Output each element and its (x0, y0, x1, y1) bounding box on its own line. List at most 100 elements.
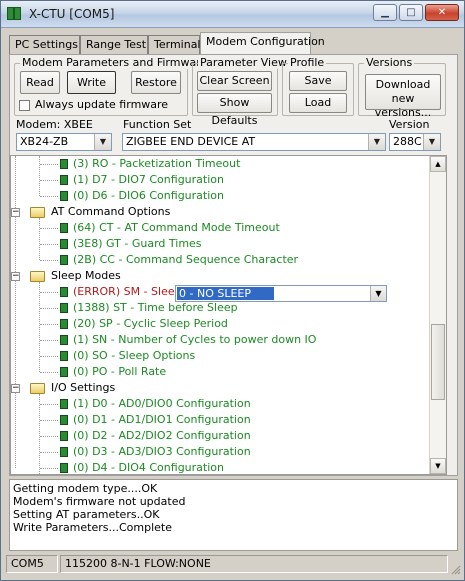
download-versions-button[interactable]: Download new versions... (365, 74, 441, 119)
tree-row-d6[interactable]: (0) D6 - DIO6 Configuration (11, 188, 436, 204)
modem-select[interactable]: XB24-ZB ▼ (16, 133, 112, 151)
tree-connector (40, 228, 58, 229)
parameter-icon (60, 223, 68, 233)
tree-connector (40, 436, 58, 437)
tree-row-st[interactable]: (1388) ST - Time before Sleep (11, 300, 436, 316)
tree-row-po[interactable]: (0) PO - Poll Rate (11, 364, 436, 380)
tree-connector (40, 180, 58, 181)
title-bar[interactable]: X-CTU [COM5] ▁ □ ✕ (1, 1, 464, 28)
tree-connector (40, 372, 58, 373)
log-line: Setting AT parameters..OK (13, 508, 160, 521)
tree-row-gt[interactable]: (3E8) GT - Guard Times (11, 236, 436, 252)
tree-row-ro[interactable]: (3) RO - Packetization Timeout (11, 156, 436, 172)
parameter-icon (60, 351, 68, 361)
versions-group: Versions Download new versions... (358, 56, 446, 119)
show-defaults-button[interactable]: Show Defaults (197, 93, 272, 127)
tree-row-label: (0) D2 - AD2/DIO2 Configuration (73, 429, 251, 442)
scroll-up-icon[interactable]: ▲ (430, 156, 446, 172)
scroll-down-icon[interactable]: ▼ (430, 458, 446, 474)
close-button[interactable]: ✕ (425, 4, 459, 21)
tab-terminal[interactable]: Terminal (148, 35, 201, 54)
scroll-thumb[interactable] (431, 324, 445, 400)
tree-row-d4[interactable]: (0) D4 - DIO4 Configuration (11, 460, 436, 474)
parameter-icon (60, 463, 68, 473)
tree-group-io-settings[interactable]: − I/O Settings (11, 380, 436, 396)
tree-group-sleep-modes[interactable]: − Sleep Modes (11, 268, 436, 284)
tree-scrollbar[interactable]: ▲ ▼ (429, 156, 446, 474)
modem-label: Modem: XBEE (16, 118, 93, 131)
version-label: Version (389, 118, 430, 131)
tree-row-cc[interactable]: (2B) CC - Command Sequence Character (11, 252, 436, 268)
resize-grip-icon[interactable] (449, 563, 461, 575)
tab-modem-configuration[interactable]: Modem Configuration (200, 32, 325, 55)
status-log: Getting modem type....OK Modem's firmwar… (9, 479, 458, 551)
tree-row-so[interactable]: (0) SO - Sleep Options (11, 348, 436, 364)
tree-row-label: (0) SO - Sleep Options (73, 349, 196, 362)
restore-button[interactable]: Restore (131, 71, 181, 94)
maximize-button[interactable]: □ (399, 4, 423, 21)
tree-row-label: (3) RO - Packetization Timeout (73, 157, 241, 170)
tree-connector (40, 340, 58, 341)
tab-range-test[interactable]: Range Test (80, 35, 148, 54)
chevron-down-icon: ▼ (370, 286, 386, 301)
tree-row-sn[interactable]: (1) SN - Number of Cycles to power down … (11, 332, 436, 348)
tree-row-d1[interactable]: (0) D1 - AD1/DIO1 Configuration (11, 412, 436, 428)
status-settings: 115200 8-N-1 FLOW:NONE (60, 555, 448, 573)
tree-row-label: (1) SN - Number of Cycles to power down … (73, 333, 317, 346)
parameter-icon (60, 175, 68, 185)
function-set-select[interactable]: ZIGBEE END DEVICE AT ▼ (122, 133, 386, 151)
tab-pc-settings[interactable]: PC Settings (9, 35, 80, 54)
function-set-label: Function Set (123, 118, 192, 131)
tree-row-ct[interactable]: (64) CT - AT Command Mode Timeout (11, 220, 436, 236)
parameter-view-group: Parameter View Clear Screen Show Default… (192, 56, 289, 127)
tree-row-label: (ERROR) SM - Sleep (73, 285, 182, 298)
always-update-label: Always update firmware (35, 98, 169, 111)
tree-row-label: (0) D1 - AD1/DIO1 Configuration (73, 413, 251, 426)
sleep-mode-value: 0 - NO SLEEP (177, 287, 274, 300)
modem-select-value: XB24-ZB (20, 135, 69, 148)
tree-connector (40, 404, 58, 405)
write-button[interactable]: Write (67, 71, 116, 94)
tree-group-label: AT Command Options (51, 205, 171, 218)
minimize-button[interactable]: ▁ (373, 4, 397, 21)
collapse-icon[interactable]: − (11, 384, 20, 393)
parameter-icon (60, 335, 68, 345)
versions-legend: Versions (364, 56, 415, 69)
profile-load-button[interactable]: Load (289, 93, 347, 113)
tree-row-label: (1) D0 - AD0/DIO0 Configuration (73, 397, 251, 410)
tree-row-label: (1388) ST - Time before Sleep (73, 301, 238, 314)
minimize-icon: ▁ (381, 7, 389, 18)
read-button[interactable]: Read (20, 71, 60, 94)
parameter-icon (60, 447, 68, 457)
clear-screen-button[interactable]: Clear Screen (197, 71, 272, 91)
tree-row-sp[interactable]: (20) SP - Cyclic Sleep Period (11, 316, 436, 332)
tree-connector (40, 452, 58, 453)
maximize-icon: □ (406, 7, 416, 18)
parameter-tree[interactable]: (3) RO - Packetization Timeout (1) D7 - … (10, 155, 447, 475)
status-port: COM5 (6, 555, 58, 573)
close-icon: ✕ (437, 7, 447, 18)
tree-group-at-command-options[interactable]: − AT Command Options (11, 204, 436, 220)
version-select[interactable]: 288C ▼ (389, 133, 441, 151)
profile-group: Profile Save Load (282, 56, 354, 116)
tree-row-d3[interactable]: (0) D3 - AD3/DIO3 Configuration (11, 444, 436, 460)
parameter-icon (60, 431, 68, 441)
tree-connector (40, 324, 58, 325)
parameter-icon (60, 287, 68, 297)
parameter-icon (60, 191, 68, 201)
tree-connector (40, 468, 58, 469)
tree-row-label: (3E8) GT - Guard Times (73, 237, 202, 250)
parameter-icon (60, 303, 68, 313)
always-update-checkbox[interactable] (19, 100, 30, 111)
tree-row-d7[interactable]: (1) D7 - DIO7 Configuration (11, 172, 436, 188)
tree-row-d2[interactable]: (0) D2 - AD2/DIO2 Configuration (11, 428, 436, 444)
tree-row-label: (20) SP - Cyclic Sleep Period (73, 317, 228, 330)
collapse-icon[interactable]: − (11, 272, 20, 281)
tree-row-d0[interactable]: (1) D0 - AD0/DIO0 Configuration (11, 396, 436, 412)
tree-row-label: (0) PO - Poll Rate (73, 365, 167, 378)
profile-save-button[interactable]: Save (289, 71, 347, 91)
chevron-down-icon: ▼ (423, 134, 440, 150)
collapse-icon[interactable]: − (11, 208, 20, 217)
tree-connector (40, 196, 58, 197)
tree-connector (40, 164, 58, 165)
